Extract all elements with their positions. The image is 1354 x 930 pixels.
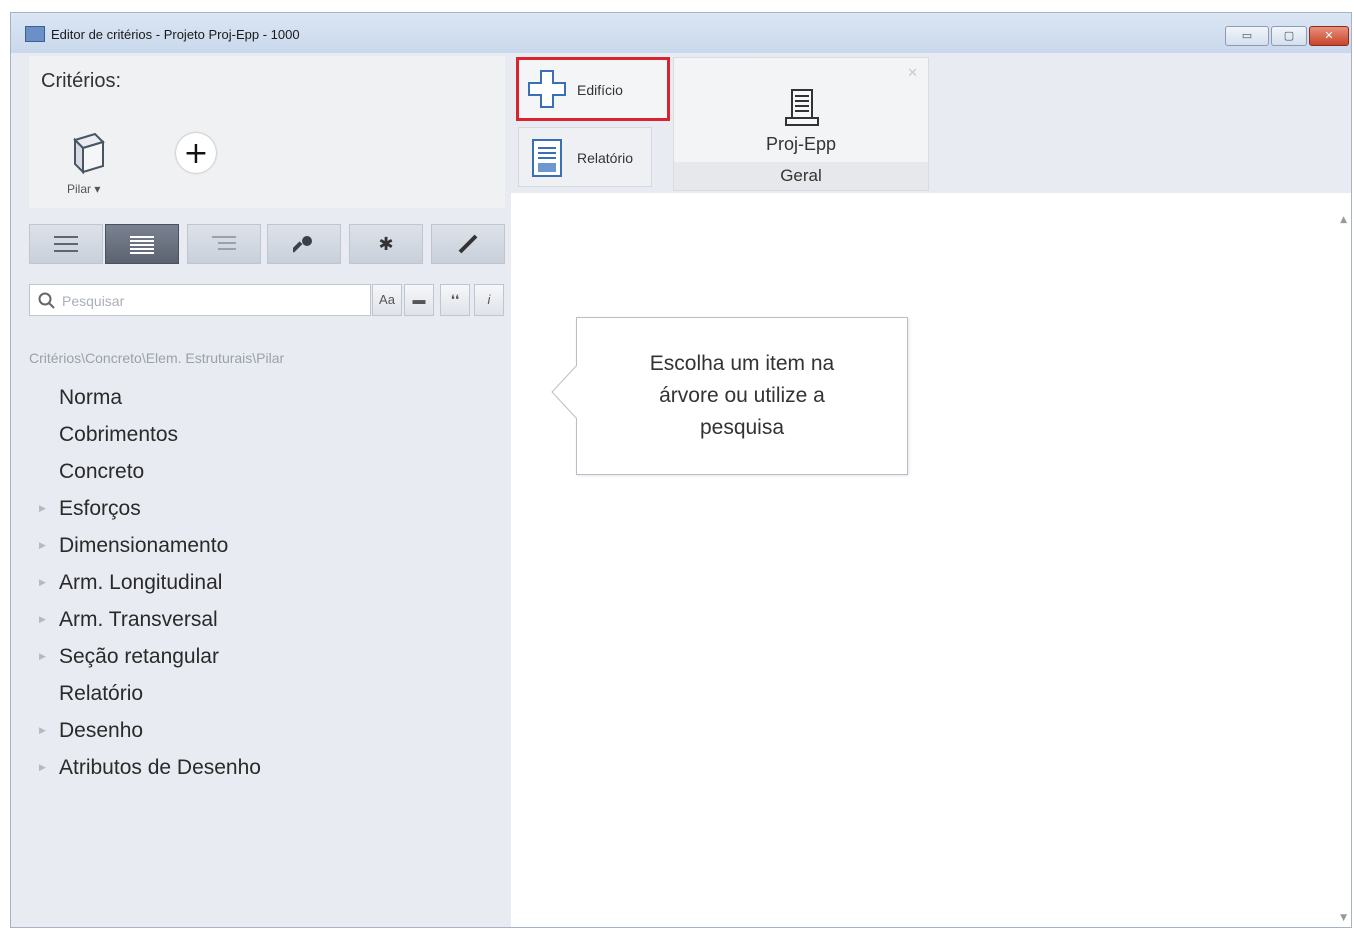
report-document-icon: [532, 139, 562, 177]
tree-item-label: Desenho: [59, 719, 144, 742]
expand-arrow-icon[interactable]: ▶: [39, 527, 46, 564]
criteria-editor-window: Editor de critérios - Projeto Proj-Epp -…: [10, 12, 1352, 928]
close-icon[interactable]: ✕: [907, 66, 918, 81]
app-icon: [25, 26, 45, 42]
title-bar[interactable]: Editor de critérios - Projeto Proj-Epp -…: [11, 13, 1351, 53]
criteria-tree: Norma Cobrimentos Concreto ▶ Esforços ▶ Di…: [29, 379, 499, 786]
scroll-up-icon[interactable]: ▲: [1340, 215, 1347, 225]
quote-button[interactable]: ❛❛: [440, 284, 470, 316]
tree-item-arm-longitudinal[interactable]: ▶ Arm. Longitudinal: [29, 564, 499, 601]
tools-button[interactable]: [267, 224, 341, 264]
tree-item-desenho[interactable]: ▶ Desenho: [29, 712, 499, 749]
pencil-icon: [458, 234, 478, 254]
tab-relatorio[interactable]: Relatório: [518, 127, 652, 187]
tree-item-label: Dimensionamento: [59, 534, 229, 557]
window-title: Editor de critérios - Projeto Proj-Epp -…: [51, 27, 300, 42]
tree-item-arm-transversal[interactable]: ▶ Arm. Transversal: [29, 601, 499, 638]
hint-callout: Escolha um item na árvore ou utilize a p…: [551, 317, 908, 475]
tree-item-label: Seção retangular: [59, 645, 219, 668]
content-area: ▲ ▼: [511, 193, 1351, 927]
scroll-down-icon[interactable]: ▼: [1340, 913, 1347, 923]
tab-edificio-label: Edifício: [577, 82, 623, 98]
expand-arrow-icon[interactable]: ▶: [39, 490, 46, 527]
whole-word-button[interactable]: ▬: [404, 284, 434, 316]
tree-item-atributos-de-desenho[interactable]: ▶ Atributos de Desenho: [29, 749, 499, 786]
hint-text: Escolha um item na árvore ou utilize a p…: [649, 352, 835, 439]
tree-item-concreto[interactable]: Concreto: [29, 453, 499, 490]
tree-item-label: Arm. Longitudinal: [59, 571, 223, 594]
close-button[interactable]: ✕: [1309, 26, 1349, 46]
special-button[interactable]: ✱: [349, 224, 423, 264]
edit-button[interactable]: [431, 224, 505, 264]
add-criteria-button[interactable]: +: [176, 133, 216, 173]
project-subtitle: Geral: [674, 162, 928, 190]
expand-arrow-icon[interactable]: ▶: [39, 712, 46, 749]
tree-item-relatorio[interactable]: Relatório: [29, 675, 499, 712]
tree-item-esforcos[interactable]: ▶ Esforços: [29, 490, 499, 527]
search-field[interactable]: [29, 284, 371, 316]
info-button[interactable]: i: [474, 284, 504, 316]
minimize-button[interactable]: ▭: [1225, 26, 1269, 46]
tab-edificio[interactable]: Edifício: [516, 57, 670, 121]
tree-item-label: Concreto: [59, 460, 145, 483]
breadcrumb: Critérios\Concreto\Elem. Estruturais\Pil…: [29, 350, 285, 366]
criteria-title: Critérios:: [41, 70, 122, 92]
tree-item-secao-retangular[interactable]: ▶ Seção retangular: [29, 638, 499, 675]
tree-item-norma[interactable]: Norma: [29, 379, 499, 416]
criteria-header: Critérios: Pilar ▾ +: [29, 56, 505, 208]
expand-arrow-icon[interactable]: ▶: [39, 601, 46, 638]
expand-arrow-icon[interactable]: ▶: [39, 564, 46, 601]
wrench-icon: [293, 236, 312, 253]
tab-relatorio-label: Relatório: [577, 150, 634, 166]
tree-view-button[interactable]: [187, 224, 261, 264]
project-name: Proj-Epp: [765, 134, 837, 154]
detail-list-view-button[interactable]: [105, 224, 179, 264]
detail-list-icon: [130, 236, 154, 254]
tree-item-label: Arm. Transversal: [59, 608, 218, 631]
expand-arrow-icon[interactable]: ▶: [39, 749, 46, 786]
match-case-button[interactable]: Aa: [372, 284, 402, 316]
left-panel: Critérios: Pilar ▾ + ✱ Pesquisar Aa ▬ ❛❛…: [11, 53, 511, 927]
tree-icon: [212, 236, 236, 250]
tree-item-label: Norma: [59, 386, 123, 409]
tree-item-label: Relatório: [59, 682, 144, 705]
asterisk-icon: ✱: [378, 233, 394, 255]
expand-arrow-icon[interactable]: ▶: [39, 638, 46, 675]
tree-item-label: Cobrimentos: [59, 423, 179, 446]
plus-icon: +: [183, 135, 209, 171]
tree-item-label: Atributos de Desenho: [59, 756, 261, 779]
search-icon: [38, 292, 55, 309]
tree-item-label: Esforços: [59, 497, 141, 520]
project-card[interactable]: ✕ Proj-Epp Geral: [673, 57, 929, 191]
list-view-button[interactable]: [29, 224, 103, 264]
building-icon: [785, 89, 819, 126]
plus-outline-icon: [528, 70, 566, 108]
list-icon: [54, 236, 78, 252]
maximize-button[interactable]: ▢: [1271, 26, 1307, 46]
search-input[interactable]: [60, 290, 364, 312]
callout-pointer: [551, 364, 579, 420]
tree-item-dimensionamento[interactable]: ▶ Dimensionamento: [29, 527, 499, 564]
element-dropdown[interactable]: Pilar ▾: [67, 182, 100, 196]
tree-item-cobrimentos[interactable]: Cobrimentos: [29, 416, 499, 453]
pilar-element-icon[interactable]: [69, 130, 109, 180]
